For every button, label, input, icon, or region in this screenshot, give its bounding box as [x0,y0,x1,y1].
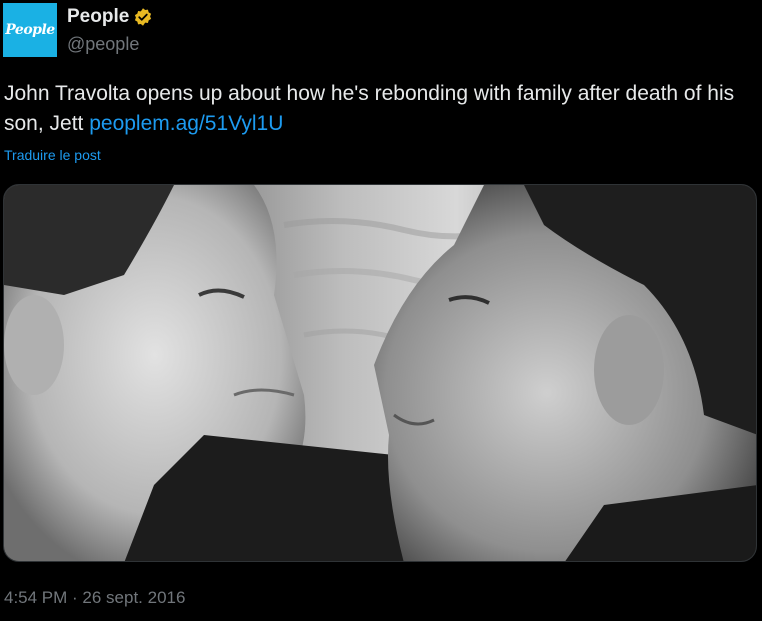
tweet-link[interactable]: peoplem.ag/51Vyl1U [89,112,283,135]
photo-illustration [4,185,756,561]
verified-badge-icon[interactable] [133,7,153,27]
name-row: People [67,6,153,28]
translate-post-link[interactable]: Traduire le post [4,147,101,163]
tweet-timestamp[interactable]: 4:54 PM · 26 sept. 2016 [4,588,185,608]
account-handle[interactable]: @people [67,34,139,55]
tweet-card: People People @people John Travolta open… [0,0,762,621]
account-avatar[interactable]: People [3,3,57,57]
display-name[interactable]: People [67,6,129,28]
avatar-logo-text: People [5,22,55,38]
tweet-text: John Travolta opens up about how he's re… [4,79,756,139]
tweet-media-photo[interactable] [3,184,757,562]
